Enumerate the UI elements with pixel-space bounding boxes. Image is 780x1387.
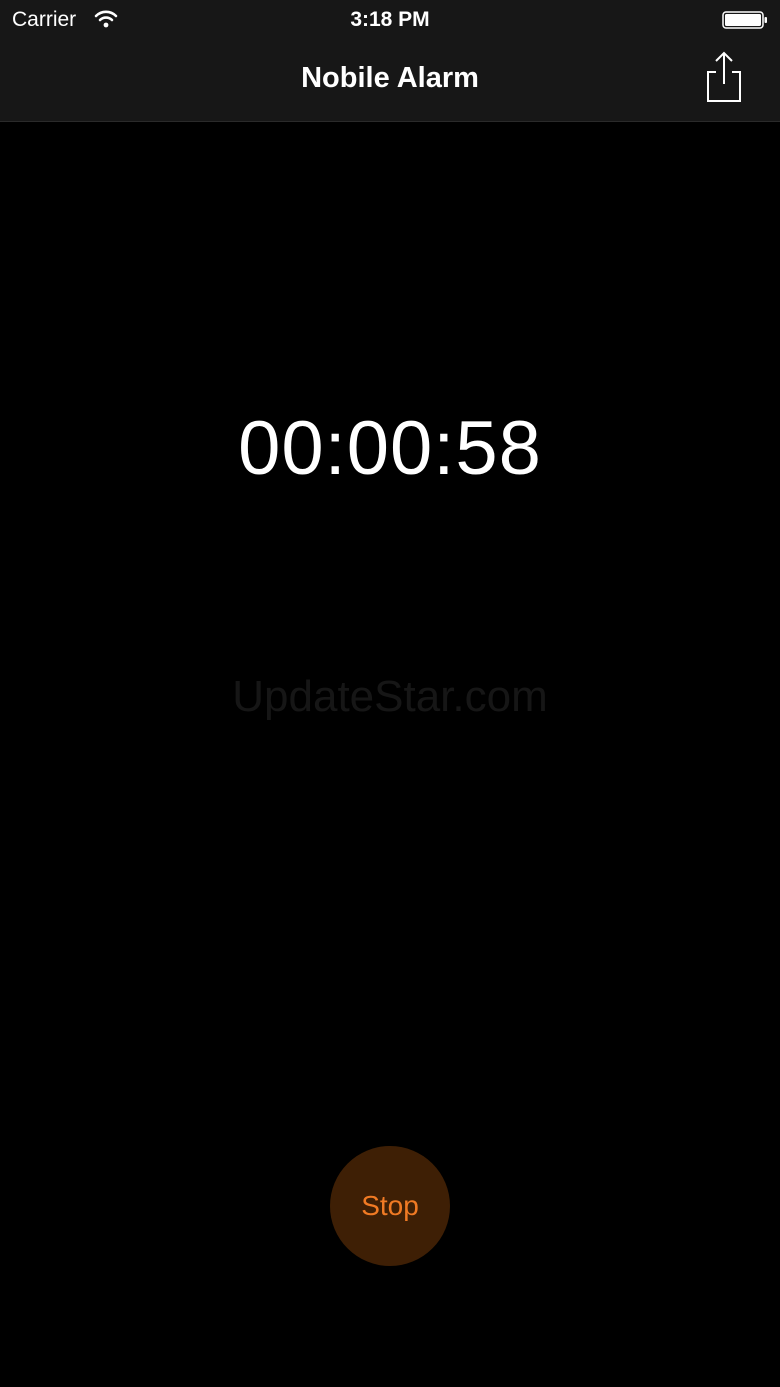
watermark-text: UpdateStar.com [232, 672, 548, 721]
page-title: Nobile Alarm [301, 62, 479, 94]
stop-button-label: Stop [361, 1190, 419, 1221]
share-button[interactable] [700, 50, 748, 106]
battery-icon [722, 10, 768, 30]
stop-button[interactable]: Stop [330, 1146, 450, 1266]
status-time: 3:18 PM [350, 8, 430, 31]
share-icon [707, 51, 741, 102]
timer-display: 00:00:58 [238, 406, 542, 491]
navigation-bar: Nobile Alarm [0, 40, 780, 122]
status-bar: Carrier 3:18 PM [0, 0, 780, 40]
